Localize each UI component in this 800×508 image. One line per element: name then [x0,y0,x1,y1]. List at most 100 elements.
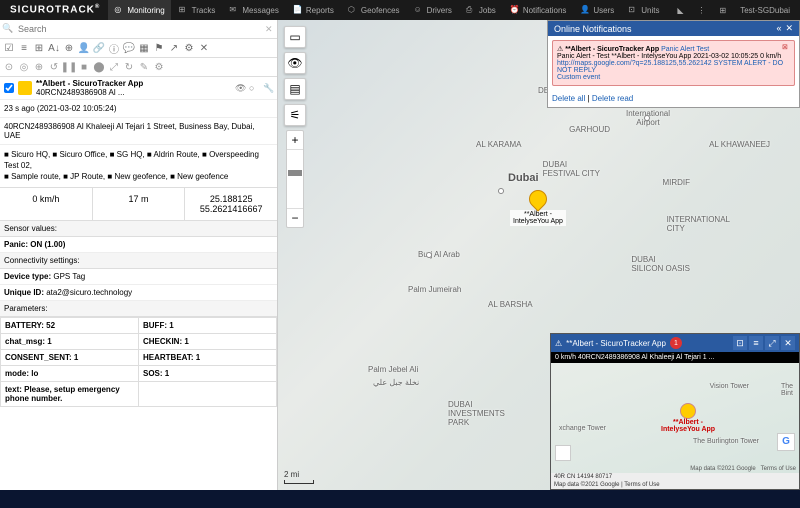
notif-header: Online Notifications « ✕ [548,21,799,36]
params-head: Parameters: [0,301,277,317]
tb-list[interactable]: ≡ [17,41,31,55]
popup-minimap[interactable]: Vision Tower xchange Tower The Burlingto… [551,363,799,473]
zoom-in[interactable]: + [287,131,303,149]
routes-list: ■ Sicuro HQ, ■ Sicuro Office, ■ SG HQ, ■… [0,145,277,188]
popup-zoom-in[interactable]: + [555,445,571,461]
tb-grid[interactable]: ⊞ [32,41,46,55]
tb-info[interactable]: ⓘ [107,41,121,55]
popup-google-icon[interactable]: G [777,433,795,451]
params-table: BATTERY: 52BUFF: 1 chat_msg: 1CHECKIN: 1… [0,317,277,407]
tb-settings[interactable]: ⚙ [182,41,196,55]
tb-check[interactable]: ☑ [2,41,16,55]
popup-footer: 40R CN 14194 80717 [551,473,799,481]
more-icon[interactable]: ⋮ [692,0,712,20]
unit-name: **Albert - SicuroTracker App40RCN2489386… [36,79,231,97]
pb-7[interactable]: ✎ [137,60,151,74]
stats-row: 0 km/h 17 m 25.188125 55.2621416667 [0,188,277,221]
unique-id: Unique ID: ata2@sicuro.technology [0,285,277,301]
zoom-slider[interactable] [287,149,303,209]
alert-close-icon[interactable]: ⊠ [782,43,792,53]
tb-target[interactable]: ⊕ [62,41,76,55]
pb-2[interactable]: ◎ [17,60,31,74]
account-label[interactable]: Test-SGDubai [734,0,796,20]
nav-geofences[interactable]: ⬡Geofences [342,0,406,20]
unit-wrench-icon[interactable]: 🔧 [263,83,273,93]
map-marker[interactable]: **Albert - IntelyseYou App [510,190,566,226]
mc-sliders-icon[interactable]: ⚟ [284,104,306,126]
mc-visibility-icon[interactable]: 👁 [284,52,306,74]
popup-subbar: 0 km/h 40RCN2489386908 Al Khaleeji Al Te… [551,352,799,363]
popup-layers-icon[interactable]: ≡ [749,336,763,350]
zoom-control: + − [286,130,304,228]
left-panel: 🔍 ✕ ☑ ≡ ⊞ A↓ ⊕ 👤 🔗 ⓘ 💬 ▦ ⚑ ↗ ⚙ ✕ [0,20,278,490]
pb-1[interactable]: ⊙ [2,60,16,74]
alert-link[interactable]: http://maps.google.com/?q=25.188125,55.2… [557,60,790,74]
unit-eye-icon[interactable]: 👁 [235,83,245,93]
map-controls: ▭ 👁 ▤ ⚟ [284,26,306,126]
popup-close-icon[interactable]: ✕ [781,336,795,350]
tb-chat[interactable]: 💬 [122,41,136,55]
nav-monitoring[interactable]: ◎Monitoring [108,0,170,20]
top-nav: SICUROTRACK® ◎Monitoring ⊞Tracks ✉Messag… [0,0,800,20]
tb-photo[interactable]: ▦ [137,41,151,55]
alert-body: Panic Alert - Test **Albert - IntelyseYo… [557,53,781,60]
map-city: Dubai [508,172,539,184]
sensor-panic: Panic: ON (1.00) [0,237,277,253]
delete-read-link[interactable]: Delete read [592,94,633,103]
popup-header[interactable]: ⚠ **Albert - SicuroTracker App 1 ⊡ ≡ ⤢ ✕ [551,334,799,352]
notif-min-icon[interactable]: « [776,23,781,34]
unit-address: 40RCN2489386908 Al Khaleeji Al Tejari 1 … [0,118,277,145]
map-canvas[interactable]: Dubai Dubai International Airport DEIRA … [278,20,800,490]
pb-6[interactable]: ↻ [122,60,136,74]
tb-share[interactable]: ↗ [167,41,181,55]
popup-center-icon[interactable]: ⊡ [733,336,747,350]
map-scale: 2 mi [284,470,314,484]
unit-checkbox[interactable] [4,83,14,93]
unit-icon [18,81,32,95]
pb-5[interactable]: ⤢ [107,60,121,74]
nav-users[interactable]: 👤Users [574,0,620,20]
sensors-head: Sensor values: [0,221,277,237]
pb-4[interactable]: ↺ [47,60,61,74]
alert-warn-icon: ⚠ [557,46,563,53]
unit-circle-icon[interactable]: ○ [249,83,259,93]
popup-expand-icon[interactable]: ⤢ [765,336,779,350]
stat-altitude: 17 m [93,188,186,220]
nav-units[interactable]: ⊡Units [622,0,665,20]
list-toolbar: ☑ ≡ ⊞ A↓ ⊕ 👤 🔗 ⓘ 💬 ▦ ⚑ ↗ ⚙ ✕ [0,39,277,58]
nav-jobs[interactable]: ⎙Jobs [460,0,502,20]
pb-rec[interactable]: ⬤ [92,60,106,74]
nav-notifications[interactable]: ⏰Notifications [504,0,573,20]
search-icon: 🔍 [2,23,14,35]
tb-link[interactable]: 🔗 [92,41,106,55]
nav-reports[interactable]: 📄Reports [287,0,340,20]
unit-row[interactable]: **Albert - SicuroTracker App40RCN2489386… [0,77,277,100]
stat-coords: 25.188125 55.2621416667 [185,188,277,220]
zoom-out[interactable]: − [287,209,303,227]
mc-area-icon[interactable]: ▭ [284,26,306,48]
nav-tracks[interactable]: ⊞Tracks [173,0,222,20]
pb-stop[interactable]: ■ [77,60,91,74]
delete-all-link[interactable]: Delete all [552,94,585,103]
apps-icon[interactable]: ⊞ [714,0,733,20]
pb-pause[interactable]: ❚❚ [62,60,76,74]
popup-footer2: Map data ©2021 Google | Terms of Use [551,481,799,489]
tb-user[interactable]: 👤 [77,41,91,55]
notif-close-icon[interactable]: ✕ [785,23,793,34]
conn-head: Connectivity settings: [0,253,277,269]
tool-icon[interactable]: ◣ [671,0,689,20]
notifications-panel: Online Notifications « ✕ ⊠ ⚠ **Albert - … [547,20,800,108]
tb-close[interactable]: ✕ [197,41,211,55]
mc-layers-icon[interactable]: ▤ [284,78,306,100]
pb-8[interactable]: ⚙ [152,60,166,74]
tb-sort-az[interactable]: A↓ [47,41,61,55]
tb-flag[interactable]: ⚑ [152,41,166,55]
nav-messages[interactable]: ✉Messages [223,0,284,20]
pb-3[interactable]: ⊕ [32,60,46,74]
popup-marker: **Albert - IntelyseYou App [661,403,715,433]
brand-logo: SICUROTRACK® [4,4,106,15]
clear-search-icon[interactable]: ✕ [265,24,275,35]
alert-card[interactable]: ⊠ ⚠ **Albert - SicuroTracker App Panic A… [552,40,795,86]
nav-drivers[interactable]: ☺Drivers [408,0,458,20]
search-input[interactable] [16,22,263,36]
